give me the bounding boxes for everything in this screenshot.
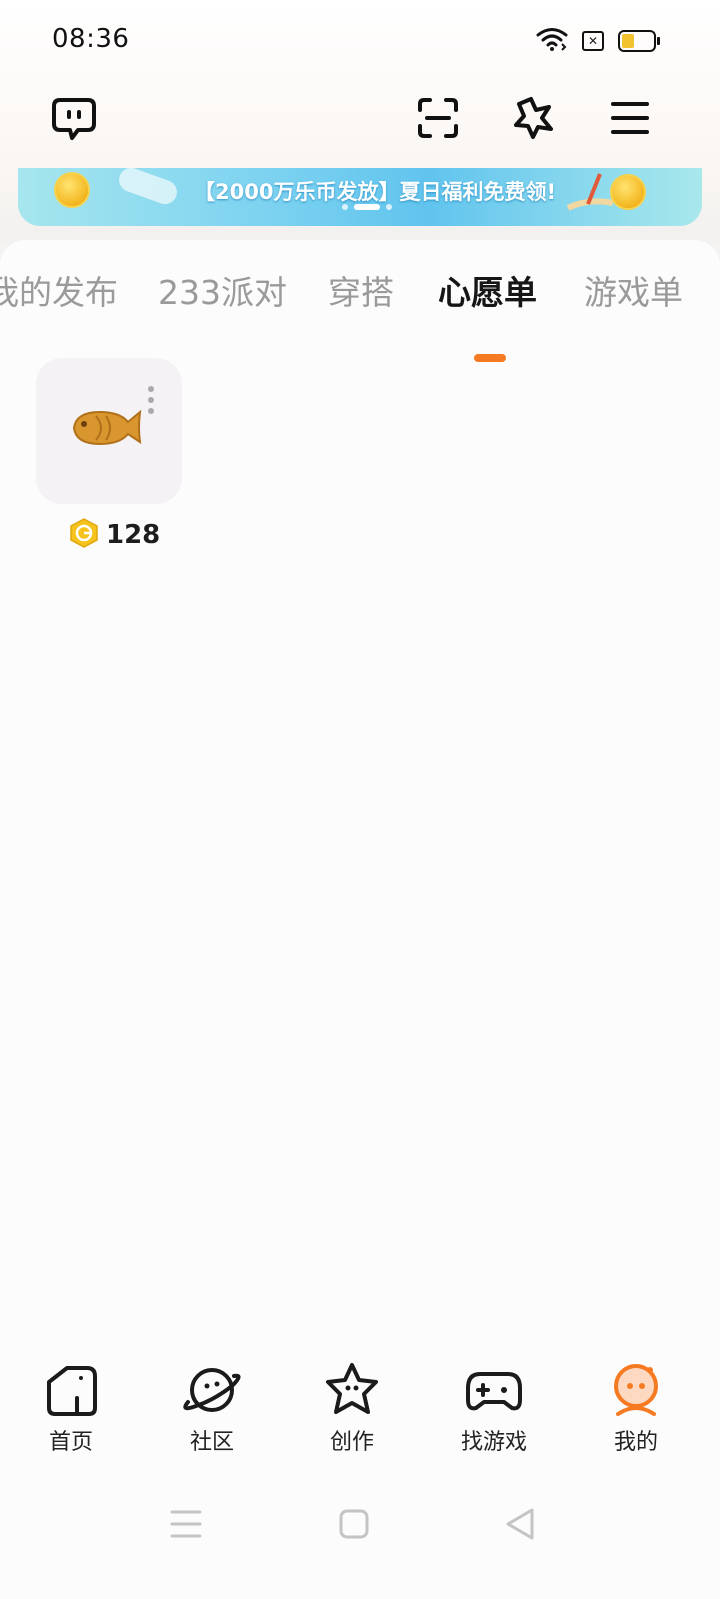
nav-label-home: 首页 <box>48 1430 93 1455</box>
banner-text: 【2000万乐币发放】夏日福利免费领! <box>194 180 557 204</box>
home-square-icon[interactable] <box>334 1504 374 1544</box>
bottom-navigation: 首页 社区 创作 找游戏 我的 <box>0 1340 720 1470</box>
nav-label-community: 社区 <box>189 1430 234 1455</box>
sparkle-star-icon[interactable] <box>510 94 558 142</box>
content-sheet: 我的发布 233派对 穿搭 心愿单 游戏单 128 <box>0 240 720 1380</box>
status-icons: ✕ <box>536 26 660 56</box>
recents-icon[interactable] <box>166 1504 206 1544</box>
status-bar: 08:36 ✕ <box>0 0 720 80</box>
nav-home[interactable]: 首页 <box>21 1360 121 1456</box>
menu-icon[interactable] <box>606 94 654 142</box>
tab-wishlist[interactable]: 心愿单 <box>438 266 537 314</box>
sim-icon: ✕ <box>582 31 604 51</box>
top-navigation <box>0 80 720 170</box>
chat-bubble-icon[interactable] <box>50 94 98 142</box>
bottle-icon <box>108 168 188 208</box>
star-face-icon <box>322 1360 382 1420</box>
more-options-icon[interactable] <box>148 386 154 414</box>
nav-label-create: 创作 <box>329 1430 374 1455</box>
nav-mine[interactable]: 我的 <box>586 1360 686 1456</box>
nav-create[interactable]: 创作 <box>302 1360 402 1456</box>
coin-icon <box>610 174 646 210</box>
wifi-icon <box>536 26 568 56</box>
status-time: 08:36 <box>52 24 130 54</box>
tab-outfits[interactable]: 穿搭 <box>328 266 394 314</box>
taiyaki-fish-icon <box>66 398 146 462</box>
active-tab-indicator <box>474 354 506 362</box>
tab-my-posts[interactable]: 我的发布 <box>0 266 118 314</box>
gamepad-icon <box>464 1360 524 1420</box>
price-value: 128 <box>106 520 161 550</box>
nav-label-find-games: 找游戏 <box>460 1430 527 1455</box>
home-icon <box>41 1360 101 1420</box>
banner-pagination <box>342 204 392 210</box>
nav-find-games[interactable]: 找游戏 <box>444 1360 544 1456</box>
promo-banner[interactable]: 【2000万乐币发放】夏日福利免费领! <box>18 168 702 226</box>
nav-label-mine: 我的 <box>613 1430 658 1455</box>
tab-bar: 我的发布 233派对 穿搭 心愿单 游戏单 <box>0 266 720 362</box>
back-triangle-icon[interactable] <box>500 1504 540 1544</box>
wishlist-item-price: 128 <box>70 518 160 552</box>
nav-community[interactable]: 社区 <box>162 1360 262 1456</box>
tab-game-lists[interactable]: 游戏单 <box>584 266 683 314</box>
scan-icon[interactable] <box>414 94 462 142</box>
pencil-icon <box>558 168 618 218</box>
planet-icon <box>182 1360 242 1420</box>
coin-icon <box>54 172 90 208</box>
g-coin-icon <box>70 518 98 552</box>
system-navigation <box>0 1480 720 1599</box>
profile-face-icon <box>606 1360 666 1420</box>
tab-233-party[interactable]: 233派对 <box>158 266 287 314</box>
wishlist-item-card[interactable] <box>36 358 182 504</box>
battery-icon <box>618 30 660 52</box>
